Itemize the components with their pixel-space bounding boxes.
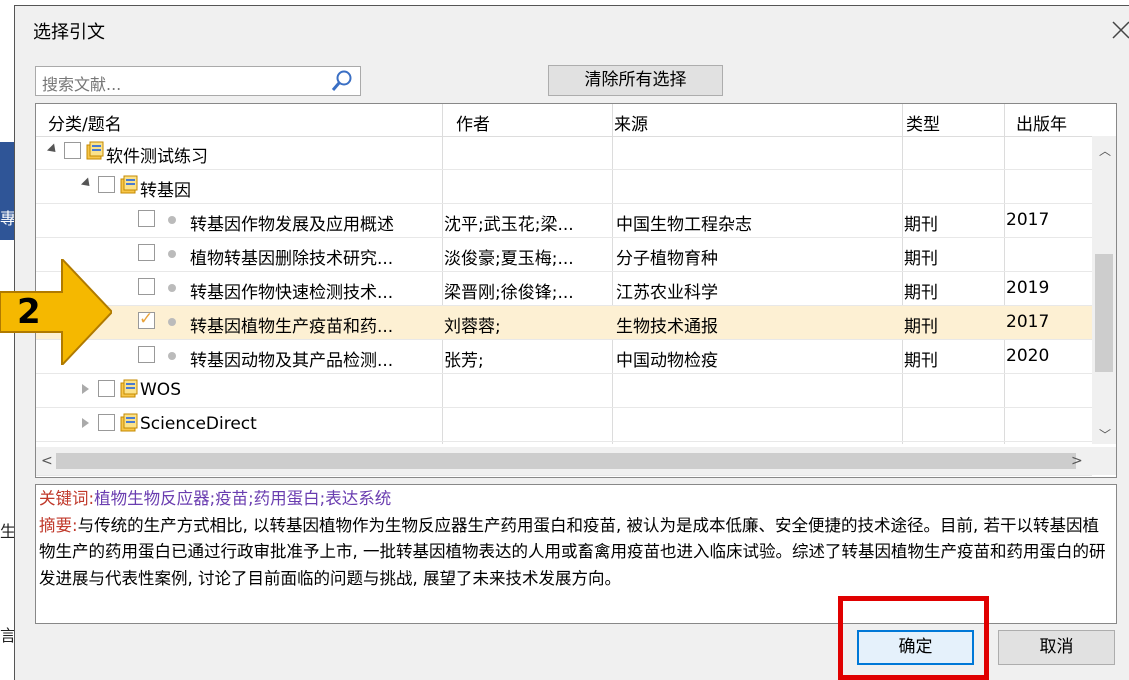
step-number: 2 xyxy=(17,292,41,332)
cell-source: 生物技术通报 xyxy=(616,317,718,337)
cell-title: 转基因动物及其产品检测... xyxy=(190,351,394,371)
row-checkbox[interactable] xyxy=(98,380,115,397)
clear-all-selections-button[interactable]: 清除所有选择 xyxy=(548,65,723,96)
tree-folder-row[interactable]: WOS xyxy=(36,374,1092,408)
row-checkbox[interactable] xyxy=(138,244,155,261)
cell-source: 分子植物育种 xyxy=(616,249,718,269)
bullet-icon xyxy=(168,352,176,360)
tree-folder-row[interactable]: 软件测试练习 xyxy=(36,136,1092,170)
cell-source: 江苏农业科学 xyxy=(616,283,718,303)
folder-book-icon xyxy=(118,174,140,196)
cell-title: 转基因 xyxy=(140,181,191,201)
scroll-left-icon[interactable]: < xyxy=(41,453,53,469)
cell-author: 沈平;武玉花;梁... xyxy=(444,215,574,235)
bullet-icon xyxy=(168,216,176,224)
bullet-icon xyxy=(168,250,176,258)
table-row[interactable]: 转基因作物发展及应用概述 沈平;武玉花;梁... 中国生物工程杂志 期刊 2017 xyxy=(36,204,1092,238)
table-row[interactable]: 转基因动物及其产品检测... 张芳; 中国动物检疫 期刊 2020 xyxy=(36,340,1092,374)
cell-title: WOS xyxy=(140,380,181,400)
citation-tree-grid: 分类/题名 作者 来源 类型 出版年 软件测试练习转基因转基因作物发展及应用概述… xyxy=(35,103,1117,478)
close-icon[interactable] xyxy=(1111,20,1129,42)
cell-type: 期刊 xyxy=(904,351,938,371)
scroll-up-icon[interactable]: ︿ xyxy=(1099,142,1111,159)
scroll-right-icon[interactable]: > xyxy=(1071,453,1083,469)
row-checkbox[interactable] xyxy=(64,142,81,159)
folder-book-icon xyxy=(118,378,140,400)
column-header-source[interactable]: 来源 xyxy=(614,110,648,135)
grid-header: 分类/题名 作者 来源 类型 出版年 xyxy=(36,104,1116,137)
row-checkbox[interactable] xyxy=(98,414,115,431)
search-placeholder: 搜索文献... xyxy=(42,75,122,94)
bullet-icon xyxy=(168,284,176,292)
row-checkbox[interactable] xyxy=(138,346,155,363)
cell-author: 梁晋刚;徐俊锋;... xyxy=(444,283,574,303)
keywords-label: 关键词: xyxy=(39,489,95,508)
tree-folder-row[interactable]: ScienceDirect xyxy=(36,408,1092,442)
cell-year: 2017 xyxy=(1006,312,1050,332)
cell-author: 淡俊豪;夏玉梅;... xyxy=(444,249,574,269)
row-checkbox[interactable] xyxy=(138,278,155,295)
expand-icon[interactable] xyxy=(82,384,89,394)
row-checkbox[interactable] xyxy=(138,309,155,329)
cell-type: 期刊 xyxy=(904,317,938,337)
column-header-year[interactable]: 出版年 xyxy=(1016,110,1067,135)
row-checkbox[interactable] xyxy=(98,176,115,193)
cell-title: 转基因植物生产疫苗和药... xyxy=(190,317,394,337)
abstract-text: 与传统的生产方式相比, 以转基因植物作为生物反应器生产药用蛋白和疫苗, 被认为是… xyxy=(39,515,1106,588)
collapse-icon[interactable] xyxy=(46,143,60,156)
cell-source: 中国动物检疫 xyxy=(616,351,718,371)
dialog-title: 选择引文 xyxy=(33,22,105,43)
column-header-type[interactable]: 类型 xyxy=(906,110,940,135)
cell-year: 2020 xyxy=(1006,346,1050,366)
cell-type: 期刊 xyxy=(904,283,938,303)
cell-author: 刘蓉蓉; xyxy=(444,317,501,337)
collapse-icon[interactable] xyxy=(80,177,94,190)
ok-highlight-box xyxy=(838,596,989,680)
row-checkbox[interactable] xyxy=(138,210,155,227)
cell-year: 2019 xyxy=(1006,278,1050,298)
bullet-icon xyxy=(168,318,176,326)
cell-year: 2017 xyxy=(1006,210,1050,230)
column-header-title[interactable]: 分类/题名 xyxy=(48,110,122,135)
column-header-author[interactable]: 作者 xyxy=(456,110,490,135)
table-row[interactable]: 植物转基因删除技术研究... 淡俊豪;夏玉梅;... 分子植物育种 期刊 xyxy=(36,238,1092,272)
horizontal-scroll-thumb[interactable] xyxy=(56,453,1076,469)
cell-title: 转基因作物发展及应用概述 xyxy=(190,215,394,235)
table-row[interactable]: 转基因植物生产疫苗和药... 刘蓉蓉; 生物技术通报 期刊 2017 xyxy=(36,306,1092,340)
cell-author: 张芳; xyxy=(444,351,484,371)
expand-icon[interactable] xyxy=(82,418,89,428)
abstract-label: 摘要: xyxy=(39,515,78,535)
search-icon[interactable] xyxy=(330,69,354,98)
table-row[interactable]: 转基因作物快速检测技术... 梁晋刚;徐俊锋;... 江苏农业科学 期刊 2019 xyxy=(36,272,1092,306)
folder-book-icon xyxy=(118,412,140,434)
keywords-value: 植物生物反应器;疫苗;药用蛋白;表达系统 xyxy=(94,489,392,508)
tree-folder-row[interactable]: 转基因 xyxy=(36,170,1092,204)
cell-type: 期刊 xyxy=(904,249,938,269)
cell-title: 植物转基因删除技术研究... xyxy=(190,249,394,269)
cell-title: 软件测试练习 xyxy=(106,147,208,167)
folder-book-icon xyxy=(84,140,106,162)
cell-type: 期刊 xyxy=(904,215,938,235)
search-input[interactable]: 搜索文献... xyxy=(35,66,361,96)
cell-source: 中国生物工程杂志 xyxy=(616,215,752,235)
scroll-down-icon[interactable]: ﹀ xyxy=(1099,426,1111,443)
cancel-button[interactable]: 取消 xyxy=(998,630,1115,665)
vertical-scroll-thumb[interactable] xyxy=(1095,254,1113,372)
cell-title: ScienceDirect xyxy=(140,414,257,434)
cell-title: 转基因作物快速检测技术... xyxy=(190,283,394,303)
